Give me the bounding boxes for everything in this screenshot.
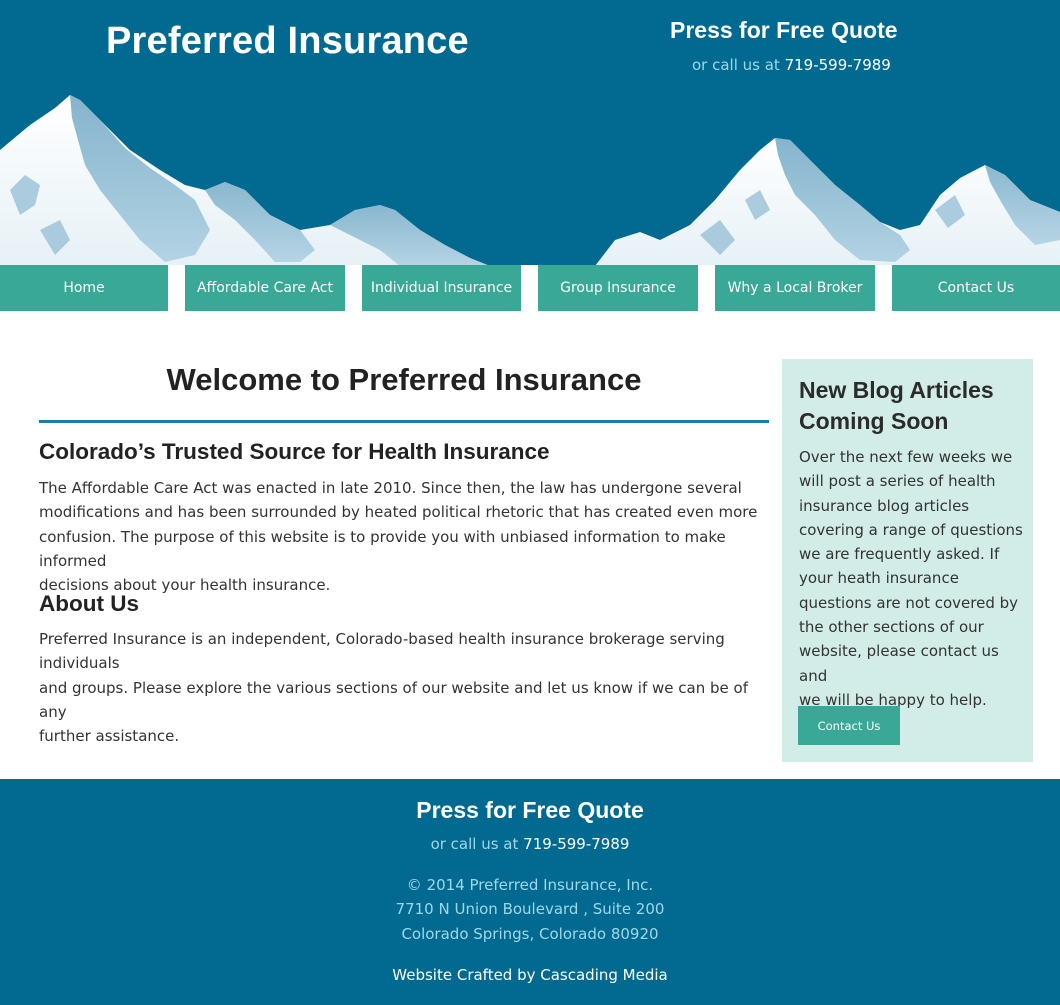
nav-item-individual-insurance[interactable]: Individual Insurance — [362, 265, 521, 311]
sidebar-title-line: Coming Soon — [799, 408, 949, 434]
sidebar-line: your heath insurance — [799, 569, 959, 588]
sidebar-text: Over the next few weeks we will post a s… — [799, 445, 1029, 712]
call-prefix: or call us at — [692, 56, 785, 74]
page-title: Welcome to Preferred Insurance — [166, 362, 642, 397]
nav-item-why-a-local-broker[interactable]: Why a Local Broker — [715, 265, 875, 311]
footer-phone-link[interactable]: 719-599-7989 — [523, 835, 629, 853]
nav-item-home[interactable]: Home — [0, 265, 168, 311]
sidebar-title: New Blog Articles Coming Soon — [799, 375, 1024, 437]
paragraph-line: confusion. The purpose of this website i… — [39, 527, 726, 570]
sidebar-line: covering a range of questions — [799, 520, 1023, 539]
footer-address-line2: Colorado Springs, Colorado 80920 — [401, 925, 659, 943]
footer-call-line: or call us at 719-599-7989 — [0, 835, 1060, 853]
site-header: Preferred Insurance Press for Free Quote… — [0, 0, 1060, 266]
contact-us-button[interactable]: Contact Us — [798, 706, 900, 745]
main-nav: Home Affordable Care Act Individual Insu… — [0, 265, 1060, 311]
sidebar-line: website, please contact us and — [799, 642, 999, 685]
footer-address-line1: 7710 N Union Boulevard , Suite 200 — [395, 900, 665, 918]
intro-paragraph: The Affordable Care Act was enacted in l… — [39, 476, 774, 597]
sidebar-line: the other sections of our — [799, 618, 984, 637]
section-heading-trusted-source: Colorado’s Trusted Source for Health Ins… — [39, 439, 550, 464]
sidebar-line: Over the next few weeks we — [799, 448, 1013, 466]
footer-copyright: © 2014 Preferred Insurance, Inc. — [406, 876, 654, 894]
about-paragraph: Preferred Insurance is an independent, C… — [39, 627, 774, 748]
paragraph-line: and groups. Please explore the various s… — [39, 678, 748, 721]
paragraph-line: The Affordable Care Act was enacted in l… — [39, 479, 742, 497]
call-line: or call us at 719-599-7989 — [692, 56, 891, 74]
free-quote-link[interactable]: Press for Free Quote — [670, 17, 898, 44]
paragraph-line: further assistance. — [39, 727, 180, 746]
paragraph-line: modifications and has been surrounded by… — [39, 503, 758, 522]
nav-item-affordable-care-act[interactable]: Affordable Care Act — [185, 265, 345, 311]
site-title[interactable]: Preferred Insurance — [106, 20, 469, 63]
sidebar-line: we are frequently asked. If — [799, 545, 1000, 564]
footer-free-quote-link[interactable]: Press for Free Quote — [0, 797, 1060, 824]
paragraph-line: Preferred Insurance is an independent, C… — [39, 630, 725, 673]
blog-sidebar: New Blog Articles Coming Soon Over the n… — [782, 359, 1033, 762]
footer-call-prefix: or call us at — [430, 835, 524, 853]
sidebar-line: questions are not covered by — [799, 593, 1019, 612]
site-footer: Press for Free Quote or call us at 719-5… — [0, 779, 1060, 1005]
phone-link[interactable]: 719-599-7989 — [785, 56, 891, 74]
sidebar-title-line: New Blog Articles — [799, 377, 994, 403]
section-heading-about-us: About Us — [39, 591, 139, 616]
sidebar-line: will post a series of health — [799, 472, 996, 491]
sidebar-line: insurance blog articles — [799, 496, 970, 515]
paragraph-line: decisions about your health insurance. — [39, 576, 331, 595]
title-divider — [39, 420, 769, 423]
footer-credit-link[interactable]: Website Crafted by Cascading Media — [0, 966, 1060, 984]
nav-item-group-insurance[interactable]: Group Insurance — [538, 265, 698, 311]
nav-item-contact-us[interactable]: Contact Us — [892, 265, 1060, 311]
